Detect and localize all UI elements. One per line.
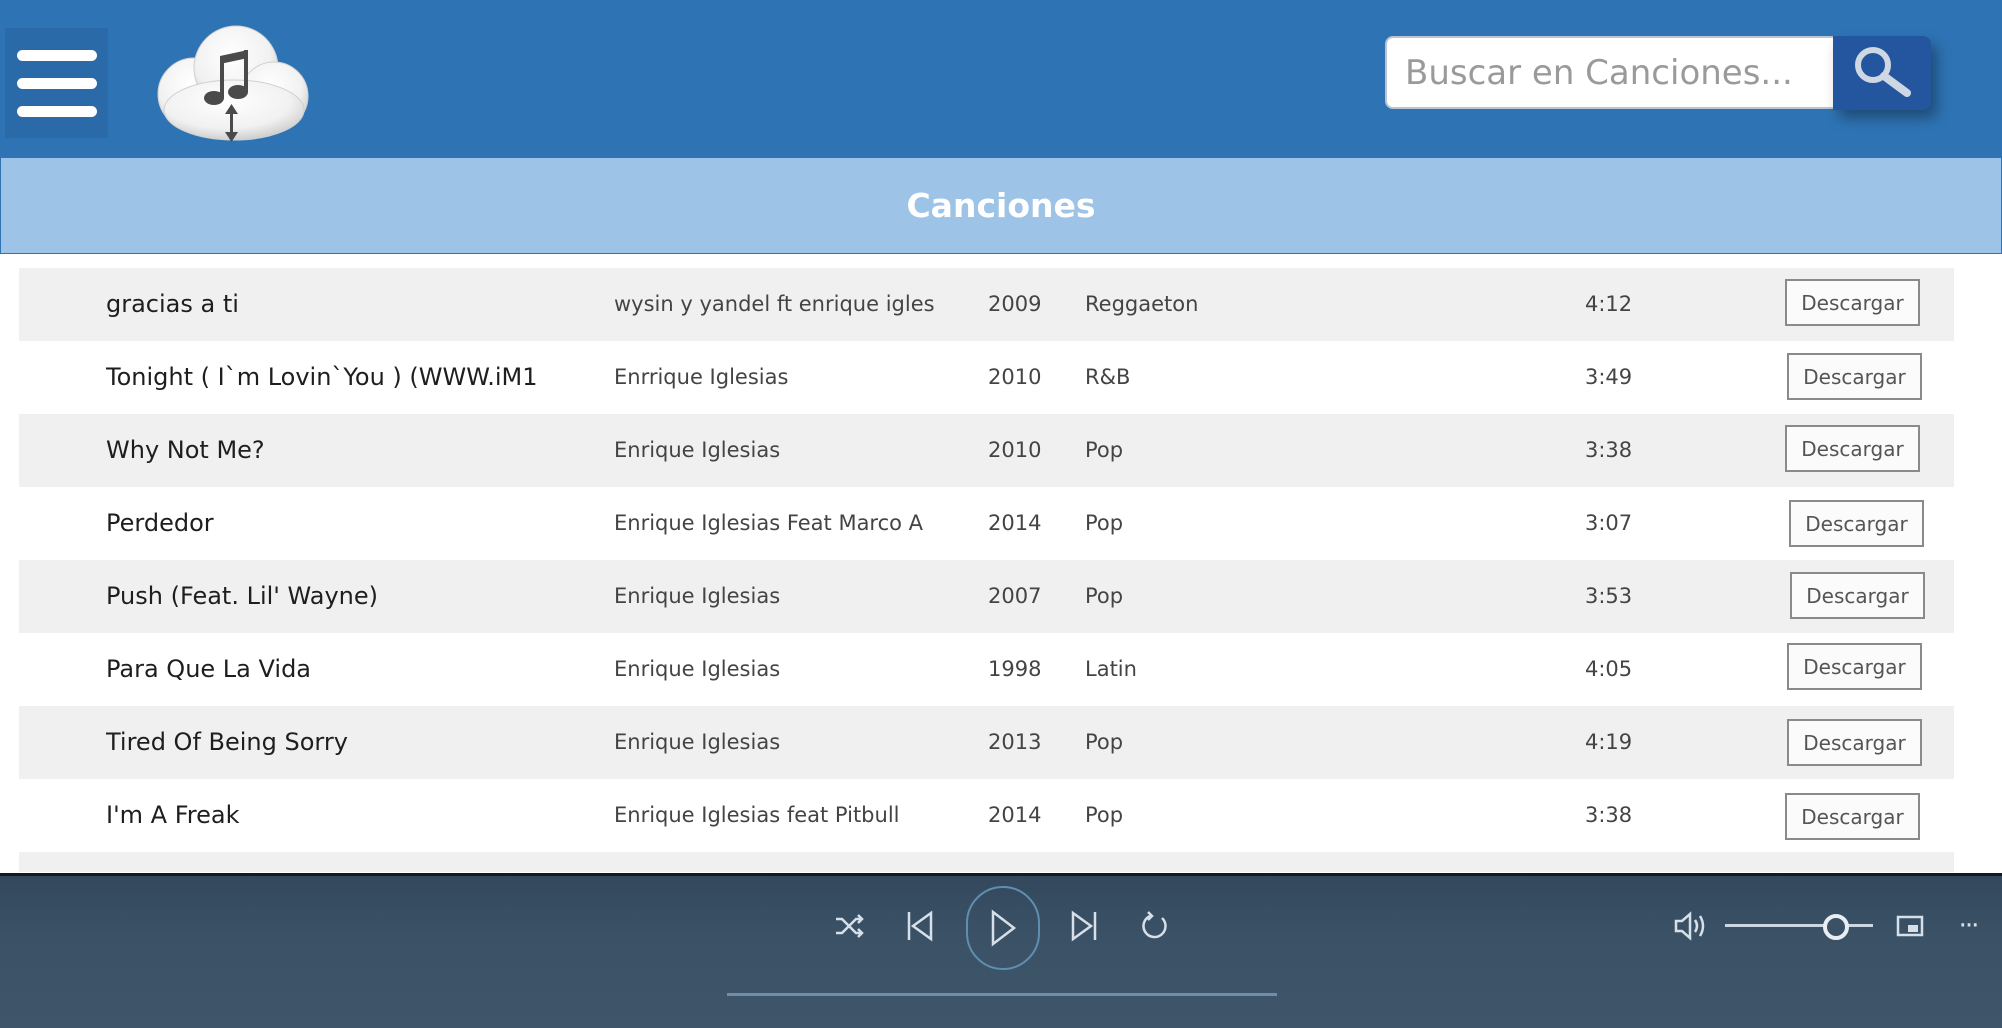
song-genre: Pop [1085, 438, 1124, 462]
download-button[interactable]: Descargar [1787, 719, 1922, 766]
search-field[interactable] [1385, 36, 1833, 109]
song-artist: Enrique Iglesias [614, 730, 781, 754]
song-title: gracias a ti [106, 290, 239, 318]
song-year: 2014 [988, 803, 1042, 827]
playback-progress-bar[interactable] [727, 993, 1277, 996]
song-title: Why Not Me? [106, 436, 265, 464]
song-genre: Pop [1085, 730, 1124, 754]
volume-button[interactable] [1670, 904, 1714, 948]
song-row[interactable]: Perdedor Enrique Iglesias Feat Marco A 2… [19, 487, 1954, 560]
volume-icon [1672, 909, 1712, 943]
song-title: I'm A Freak [106, 801, 240, 829]
song-title: Para Que La Vida [106, 655, 312, 683]
song-row[interactable]: Tired Of Being Sorry Enrique Iglesias 20… [19, 706, 1954, 779]
song-duration: 3:49 [1585, 365, 1633, 389]
song-row-partial[interactable] [19, 852, 1954, 872]
song-year: 2009 [988, 292, 1042, 316]
song-artist: Enrique Iglesias Feat Marco A [614, 511, 924, 535]
menu-bar [16, 105, 97, 117]
cloud-music-logo [146, 18, 318, 146]
app-header [0, 0, 2002, 158]
page-title: Canciones [906, 186, 1096, 225]
song-genre: R&B [1085, 365, 1131, 389]
download-button[interactable]: Descargar [1790, 572, 1925, 619]
song-year: 1998 [988, 657, 1042, 681]
previous-track-button[interactable] [900, 906, 940, 946]
repeat-button[interactable] [1134, 906, 1174, 946]
download-button[interactable]: Descargar [1787, 353, 1922, 400]
song-genre: Pop [1085, 584, 1124, 608]
song-row[interactable]: Push (Feat. Lil' Wayne) Enrique Iglesias… [19, 560, 1954, 633]
song-duration: 4:19 [1585, 730, 1633, 754]
song-artist: Enrique Iglesias [614, 657, 781, 681]
song-row[interactable]: gracias a ti wysin y yandel ft enrique i… [19, 268, 1954, 341]
page-title-bar: Canciones [0, 157, 2002, 254]
play-icon [989, 909, 1017, 947]
song-list: gracias a ti wysin y yandel ft enrique i… [19, 268, 1954, 872]
repeat-icon [1138, 910, 1170, 942]
song-duration: 3:53 [1585, 584, 1633, 608]
song-year: 2010 [988, 438, 1042, 462]
song-artist: Enrique Iglesias [614, 438, 781, 462]
previous-track-icon [905, 910, 935, 942]
song-year: 2010 [988, 365, 1042, 389]
song-row[interactable]: Para Que La Vida Enrique Iglesias 1998 L… [19, 633, 1954, 706]
song-row[interactable]: Tonight ( I`m Lovin`You ) (WWW.iM1 Enrri… [19, 341, 1954, 414]
song-genre: Pop [1085, 511, 1124, 535]
song-genre: Latin [1085, 657, 1137, 681]
song-year: 2013 [988, 730, 1042, 754]
more-options-button[interactable]: ··· [1948, 906, 1988, 946]
next-track-icon [1069, 910, 1099, 942]
volume-slider[interactable] [1725, 924, 1873, 927]
song-duration: 3:07 [1585, 511, 1633, 535]
song-title: Tired Of Being Sorry [106, 728, 348, 756]
download-button[interactable]: Descargar [1789, 500, 1924, 547]
search-input[interactable] [1387, 38, 1833, 107]
song-duration: 3:38 [1585, 438, 1633, 462]
search-icon [1847, 43, 1917, 103]
download-button[interactable]: Descargar [1785, 793, 1920, 840]
play-button[interactable] [966, 886, 1040, 970]
miniplayer-button[interactable] [1890, 906, 1930, 946]
download-button[interactable]: Descargar [1785, 425, 1920, 472]
song-duration: 4:05 [1585, 657, 1633, 681]
song-row[interactable]: I'm A Freak Enrique Iglesias feat Pitbul… [19, 779, 1954, 852]
song-genre: Pop [1085, 803, 1124, 827]
menu-bar [16, 49, 97, 61]
media-player-bar: ··· [0, 873, 2002, 1028]
song-year: 2007 [988, 584, 1042, 608]
next-track-button[interactable] [1064, 906, 1104, 946]
hamburger-menu-button[interactable] [5, 28, 108, 138]
song-year: 2014 [988, 511, 1042, 535]
song-artist: Enrrique Iglesias [614, 365, 789, 389]
volume-slider-thumb[interactable] [1823, 914, 1849, 940]
song-artist: wysin y yandel ft enrique igles [614, 292, 935, 316]
menu-bar [16, 77, 97, 89]
song-title: Perdedor [106, 509, 214, 537]
miniplayer-icon [1896, 915, 1924, 937]
shuffle-button[interactable] [830, 906, 870, 946]
song-duration: 4:12 [1585, 292, 1633, 316]
song-title: Tonight ( I`m Lovin`You ) (WWW.iM1 [106, 363, 538, 391]
song-artist: Enrique Iglesias feat Pitbull [614, 803, 900, 827]
shuffle-icon [834, 913, 866, 939]
song-artist: Enrique Iglesias [614, 584, 781, 608]
song-genre: Reggaeton [1085, 292, 1199, 316]
download-button[interactable]: Descargar [1785, 279, 1920, 326]
song-row[interactable]: Why Not Me? Enrique Iglesias 2010 Pop 3:… [19, 414, 1954, 487]
download-button[interactable]: Descargar [1787, 643, 1922, 690]
search-button[interactable] [1833, 36, 1931, 110]
song-duration: 3:38 [1585, 803, 1633, 827]
song-title: Push (Feat. Lil' Wayne) [106, 582, 378, 610]
